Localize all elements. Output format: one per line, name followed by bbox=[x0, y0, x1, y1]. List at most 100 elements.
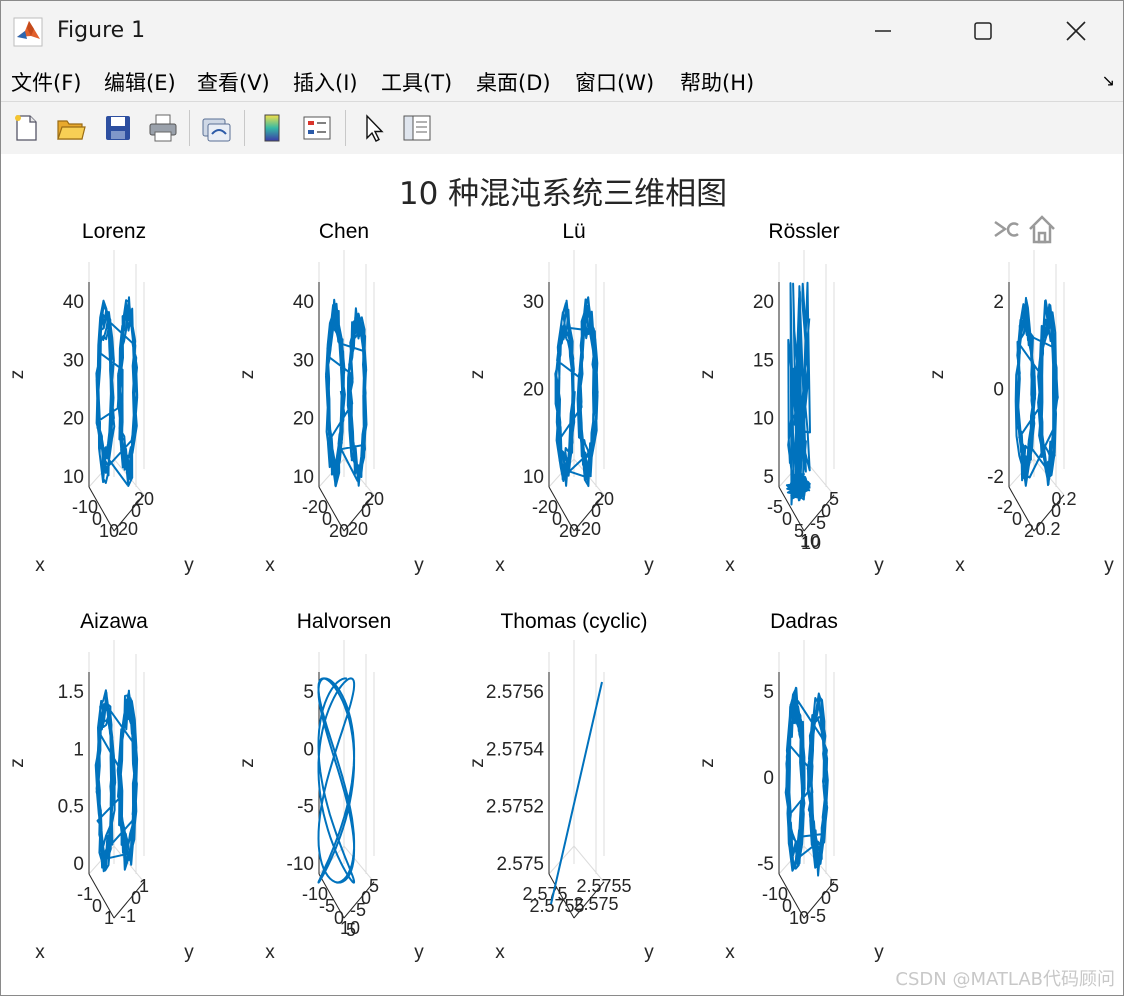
subplot-title: Halvorsen bbox=[297, 610, 392, 633]
y-tick-label: 0 bbox=[591, 501, 601, 521]
z-tick-label: -10 bbox=[287, 854, 314, 875]
y-tick-label: 10 bbox=[800, 531, 820, 551]
z-tick-label: 2.575 bbox=[496, 854, 544, 875]
subplot-9[interactable]: Dadras50-5z-1001050-5x y bbox=[697, 610, 884, 963]
axes-toolbar bbox=[991, 212, 1059, 246]
x-axis-label: x bbox=[495, 942, 505, 963]
z-tick-label: 40 bbox=[63, 292, 84, 313]
attractor-trajectory bbox=[95, 296, 139, 487]
attractor-trajectory bbox=[94, 689, 139, 873]
y-tick-label: 0 bbox=[821, 888, 831, 908]
y-axis-label: y bbox=[184, 942, 194, 963]
figure-window: Figure 1 文件(F) 编辑(E) 查看(V) 插入(I) 工具(T) 桌… bbox=[0, 0, 1124, 996]
z-tick-label: 15 bbox=[753, 350, 774, 371]
z-axis-label: z bbox=[467, 370, 488, 380]
z-tick-label: -5 bbox=[297, 797, 314, 818]
print-icon[interactable] bbox=[147, 112, 179, 144]
x-tick-label: -1 bbox=[77, 884, 93, 904]
menu-overflow-arrow-icon[interactable]: ↘ bbox=[1102, 71, 1115, 90]
z-axis-label: z bbox=[7, 758, 28, 768]
subplot-title: Dadras bbox=[770, 610, 838, 633]
minimize-button[interactable] bbox=[861, 11, 905, 51]
z-tick-label: 20 bbox=[753, 292, 774, 313]
subplot-1[interactable]: Lorenz40302010z-1001020020x y bbox=[7, 220, 194, 576]
menu-window[interactable]: 窗口(W) bbox=[575, 67, 654, 97]
z-tick-label: 5 bbox=[303, 682, 314, 703]
subplot-2[interactable]: Chen40302010z-2002020020x y bbox=[237, 220, 424, 576]
z-tick-label: 0 bbox=[763, 768, 774, 789]
legend-icon[interactable] bbox=[301, 112, 333, 144]
z-tick-label: 2.5752 bbox=[486, 797, 544, 818]
restore-view-icon[interactable] bbox=[991, 212, 1021, 246]
z-tick-label: 10 bbox=[753, 409, 774, 430]
menu-edit[interactable]: 编辑(E) bbox=[104, 67, 176, 97]
subplot-title: Lorenz bbox=[82, 220, 146, 243]
subplot-6[interactable]: Aizawa1.510.50z-10110-1x y bbox=[7, 610, 194, 963]
menu-help[interactable]: 帮助(H) bbox=[680, 67, 754, 97]
z-tick-label: 5 bbox=[763, 467, 774, 488]
menu-bar: 文件(F) 编辑(E) 查看(V) 插入(I) 工具(T) 桌面(D) 窗口(W… bbox=[1, 61, 1123, 101]
open-file-icon[interactable] bbox=[55, 112, 87, 144]
subplot-7[interactable]: Halvorsen50-5-10z-10-50550-510x y bbox=[237, 610, 424, 963]
y-axis-label: y bbox=[414, 942, 424, 963]
z-axis-label: z bbox=[237, 758, 258, 768]
property-inspector-icon[interactable] bbox=[401, 112, 433, 144]
z-tick-label: 0.5 bbox=[58, 797, 84, 818]
y-tick-label: 0.2 bbox=[1035, 519, 1060, 539]
menu-tools[interactable]: 工具(T) bbox=[381, 67, 452, 97]
attractor-trajectory bbox=[1014, 296, 1059, 487]
y-axis-label: y bbox=[874, 555, 884, 576]
subplot-title: Rössler bbox=[768, 220, 839, 243]
subplot-title: Chen bbox=[319, 220, 369, 243]
watermark: CSDN @MATLAB代码顾问 bbox=[895, 969, 1115, 990]
new-figure-icon[interactable] bbox=[10, 112, 42, 144]
subplot-8[interactable]: Thomas (cyclic) 2.5756 2.5754 2.5752 2.575 z 2… bbox=[467, 610, 654, 963]
z-tick-label: 20 bbox=[63, 409, 84, 430]
y-tick-label: 20 bbox=[348, 519, 368, 539]
x-axis-label: x bbox=[35, 555, 45, 576]
z-tick-label: -5 bbox=[757, 854, 774, 875]
y-tick-label: 0 bbox=[131, 501, 141, 521]
z-tick-label: 2 bbox=[993, 292, 1004, 313]
toolbar bbox=[1, 101, 1123, 155]
x-tick-label: -5 bbox=[319, 896, 335, 916]
maximize-icon bbox=[974, 22, 992, 40]
x-tick-label: 1 bbox=[104, 908, 114, 928]
z-tick-label: 40 bbox=[293, 292, 314, 313]
close-button[interactable] bbox=[1054, 11, 1098, 51]
maximize-button[interactable] bbox=[961, 11, 1005, 51]
toolbar-separator bbox=[189, 110, 190, 146]
pointer-icon[interactable] bbox=[358, 112, 390, 144]
menu-insert[interactable]: 插入(I) bbox=[293, 67, 358, 97]
toolbar-separator bbox=[244, 110, 245, 146]
z-tick-label: 20 bbox=[293, 409, 314, 430]
menu-desktop[interactable]: 桌面(D) bbox=[476, 67, 551, 97]
x-tick-label: 0 bbox=[782, 509, 792, 529]
subplot-3[interactable]: Lü302010z-20020200-20x y bbox=[467, 220, 654, 576]
subplot-5[interactable]: 20-2z-2020.200.2x y bbox=[927, 250, 1114, 576]
y-axis-label: y bbox=[414, 555, 424, 576]
home-icon[interactable] bbox=[1025, 212, 1059, 246]
z-tick-label: 20 bbox=[523, 380, 544, 401]
figure-canvas: 10 种混沌系统三维相图 Lorenz 40 30 20 10 z -10 0 10 20 0 20 x… bbox=[1, 154, 1123, 995]
y-axis-label: y bbox=[184, 555, 194, 576]
menu-file[interactable]: 文件(F) bbox=[11, 67, 81, 97]
menu-view[interactable]: 查看(V) bbox=[197, 67, 270, 97]
z-tick-label: 1.5 bbox=[58, 682, 84, 703]
save-icon[interactable] bbox=[102, 112, 134, 144]
colorbar-icon[interactable] bbox=[256, 112, 288, 144]
subplot-title: Aizawa bbox=[80, 610, 148, 633]
z-tick-label: 10 bbox=[63, 467, 84, 488]
z-tick-label: 30 bbox=[293, 350, 314, 371]
link-plot-icon[interactable] bbox=[200, 112, 232, 144]
x-axis-label: x bbox=[495, 555, 505, 576]
x-tick-label: 20 bbox=[329, 521, 349, 541]
y-tick-label: -5 bbox=[350, 900, 366, 920]
subplot-4[interactable]: Rössler2015105z-5051050-510x y bbox=[697, 220, 884, 576]
x-axis-label: x bbox=[265, 555, 275, 576]
y-tick-label: -1 bbox=[120, 906, 136, 926]
y-tick-label: -5 bbox=[810, 906, 826, 926]
x-axis-label: x bbox=[955, 555, 965, 576]
window-title: Figure 1 bbox=[57, 18, 146, 43]
x-tick-label: 0 bbox=[92, 896, 102, 916]
